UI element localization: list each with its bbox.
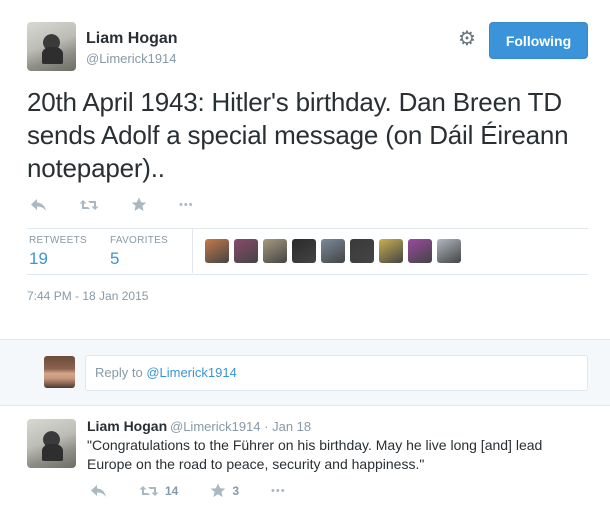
favoriter-avatars — [205, 239, 466, 263]
retweet-icon[interactable] — [79, 198, 99, 212]
tweet-timestamp[interactable]: 7:44 PM - 18 Jan 2015 — [27, 289, 148, 303]
favorite-count: 3 — [232, 483, 240, 498]
favoriter-avatar[interactable] — [292, 239, 316, 263]
meta-separator: · — [264, 419, 269, 434]
retweets-count[interactable]: 19 — [29, 249, 48, 269]
reply-input[interactable]: Reply to @Limerick1914 — [85, 355, 588, 391]
divider — [27, 228, 588, 229]
reply-tweet-text: "Congratulations to the Führer on his bi… — [87, 437, 543, 472]
favoriter-avatar[interactable] — [379, 239, 403, 263]
gear-icon[interactable]: ⚙ — [456, 28, 478, 50]
more-icon[interactable]: ••• — [179, 199, 194, 211]
reply-author-name[interactable]: Liam Hogan — [87, 418, 167, 434]
reply-date[interactable]: Jan 18 — [272, 419, 311, 434]
favoriter-avatar[interactable] — [205, 239, 229, 263]
author-avatar[interactable] — [27, 22, 76, 71]
tweet-actions: ••• — [30, 197, 226, 212]
reply-icon[interactable] — [30, 198, 47, 212]
tweet-text: 20th April 1943: Hitler's birthday. Dan … — [27, 87, 569, 183]
favoriter-avatar[interactable] — [234, 239, 258, 263]
favoriter-avatar[interactable] — [263, 239, 287, 263]
reply-mention: @Limerick1914 — [146, 365, 237, 380]
retweet-count: 14 — [165, 483, 179, 498]
reply-author-handle[interactable]: @Limerick1914 — [170, 419, 261, 434]
favorites-label: FAVORITES — [110, 235, 169, 246]
current-user-avatar — [44, 356, 75, 388]
author-name[interactable]: Liam Hogan — [86, 30, 178, 48]
favorite-icon[interactable] — [131, 197, 147, 212]
favoriter-avatar[interactable] — [408, 239, 432, 263]
favorite-icon — [211, 483, 226, 497]
retweet-icon — [139, 485, 159, 496]
favoriter-avatar[interactable] — [437, 239, 461, 263]
divider — [27, 274, 588, 275]
reply-tweet-actions: 14 3 ••• — [90, 483, 318, 498]
retweet-action[interactable]: 14 — [139, 484, 178, 498]
reply-author-avatar[interactable] — [27, 419, 76, 468]
favorite-action[interactable]: 3 — [210, 483, 239, 498]
following-button[interactable]: Following — [489, 22, 588, 59]
favorites-count[interactable]: 5 — [110, 249, 119, 269]
favoriter-avatar[interactable] — [321, 239, 345, 263]
reply-prefix: Reply to — [95, 365, 147, 380]
author-handle[interactable]: @Limerick1914 — [86, 51, 177, 66]
stats-divider — [192, 228, 193, 273]
more-icon[interactable]: ••• — [271, 485, 286, 497]
reply-icon[interactable] — [90, 484, 107, 498]
favoriter-avatar[interactable] — [350, 239, 374, 263]
retweets-label: RETWEETS — [29, 235, 87, 246]
reply-meta: @Limerick1914 · Jan 18 — [170, 419, 311, 434]
